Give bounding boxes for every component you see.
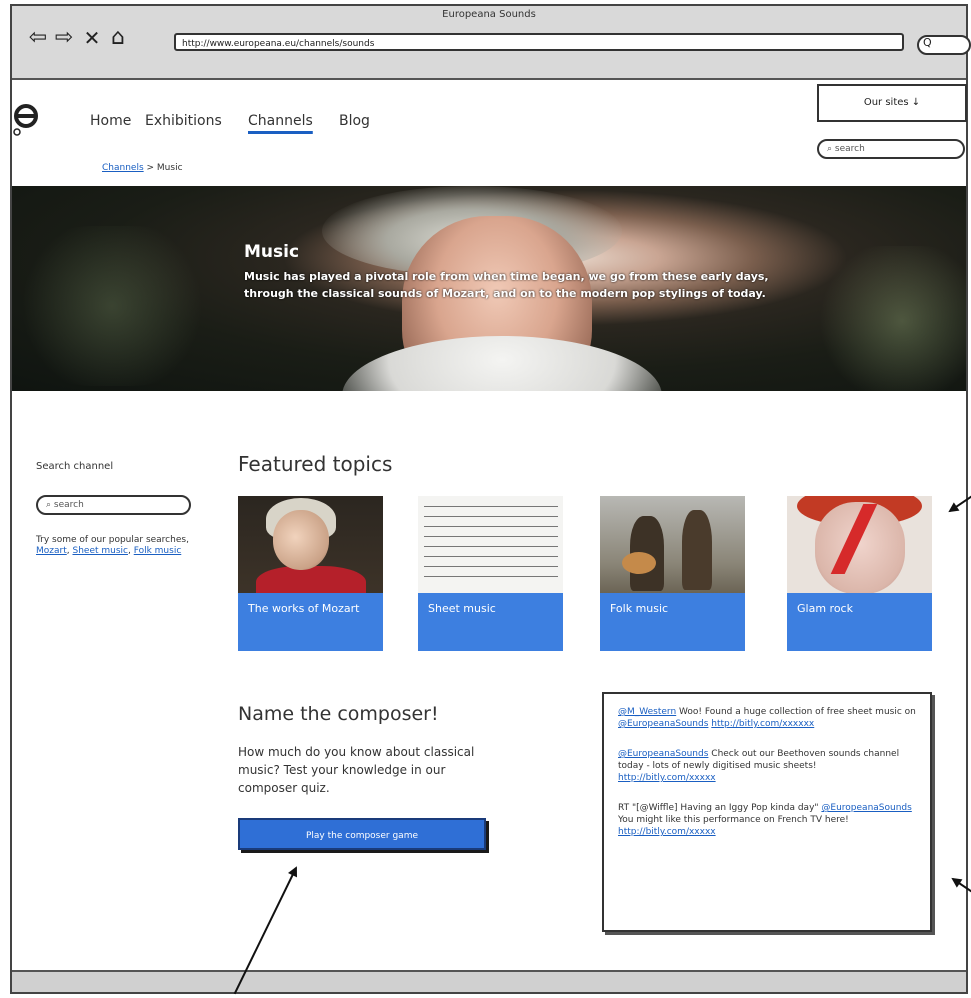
- breadcrumb-separator: >: [143, 163, 157, 173]
- topic-card-mozart[interactable]: The works of Mozart: [238, 496, 383, 651]
- tweet-mention[interactable]: @EuropeanaSounds: [821, 803, 911, 813]
- staff-line: [424, 546, 558, 547]
- topic-card-glam-rock[interactable]: Glam rock: [787, 496, 932, 651]
- topic-card-label: Sheet music: [418, 593, 563, 651]
- topic-card-label: Glam rock: [787, 593, 932, 651]
- twitter-feed: @M_Western Woo! Found a huge collection …: [602, 692, 932, 932]
- search-icon: ⌕: [46, 500, 54, 510]
- channel-search-placeholder: search: [53, 500, 84, 510]
- play-composer-game-button[interactable]: Play the composer game: [238, 818, 486, 850]
- site-search-input[interactable]: ⌕ search: [817, 139, 965, 159]
- staff-line: [424, 516, 558, 517]
- tweet-text: RT "[@Wiffle] Having an Iggy Pop kinda d…: [618, 803, 822, 813]
- mozart-portrait-image: [238, 496, 383, 593]
- staff-line: [424, 506, 558, 507]
- quiz-title: Name the composer!: [238, 703, 439, 725]
- browser-chrome: Europeana Sounds ⇦ ⇨ ✕ ⌂ http://www.euro…: [12, 6, 971, 80]
- browser-search-icon: Q: [923, 36, 932, 49]
- hero-foliage-right: [812, 246, 966, 391]
- our-sites-dropdown[interactable]: Our sites ↓: [817, 84, 967, 122]
- featured-topics-title: Featured topics: [238, 452, 393, 476]
- topic-card-label: The works of Mozart: [238, 593, 383, 651]
- staff-line: [424, 576, 558, 577]
- breadcrumb-current: Music: [156, 163, 183, 173]
- tweet-link[interactable]: http://bitly.com/xxxxx: [618, 773, 716, 783]
- site-search-placeholder: search: [834, 144, 865, 154]
- nav-channels[interactable]: Channels: [248, 113, 313, 129]
- window-title: Europeana Sounds: [442, 9, 536, 20]
- folk-musicians-image: [600, 496, 745, 593]
- tweet-link[interactable]: http://bitly.com/xxxxx: [618, 827, 716, 837]
- staff-line: [424, 526, 558, 527]
- staff-line: [424, 566, 558, 567]
- browser-search-input[interactable]: Q: [917, 35, 971, 55]
- popular-search-sheet-music[interactable]: Sheet music: [72, 546, 128, 556]
- tweet-handle[interactable]: @EuropeanaSounds: [618, 749, 708, 759]
- tweet-text: Woo! Found a huge collection of free she…: [676, 707, 916, 717]
- tweet: @M_Western Woo! Found a huge collection …: [618, 706, 916, 730]
- topic-card-sheet-music[interactable]: Sheet music: [418, 496, 563, 651]
- search-icon: ⌕: [827, 144, 835, 154]
- popular-searches-prefix: Try some of our popular searches,: [36, 535, 189, 545]
- status-bar: [12, 970, 966, 992]
- channel-search-input[interactable]: ⌕ search: [36, 495, 191, 515]
- url-bar[interactable]: http://www.europeana.eu/channels/sounds: [174, 33, 904, 51]
- musician-figure: [682, 510, 712, 590]
- breadcrumb: Channels > Music: [102, 163, 183, 173]
- breadcrumb-channels-link[interactable]: Channels: [102, 163, 144, 173]
- popular-searches: Try some of our popular searches, Mozart…: [36, 535, 189, 556]
- tweet-text: You might like this performance on Frenc…: [618, 815, 849, 825]
- nav-home[interactable]: Home: [90, 113, 131, 129]
- search-channel-label: Search channel: [36, 461, 114, 472]
- tweet-link[interactable]: http://bitly.com/xxxxxx: [711, 719, 814, 729]
- popular-search-folk-music[interactable]: Folk music: [134, 546, 182, 556]
- topic-card-label: Folk music: [600, 593, 745, 651]
- staff-line: [424, 536, 558, 537]
- hero-description: Music has played a pivotal role from whe…: [244, 270, 769, 300]
- nav-blog[interactable]: Blog: [339, 113, 370, 129]
- mozart-coat: [256, 566, 366, 593]
- popular-search-mozart[interactable]: Mozart: [36, 546, 67, 556]
- tweet-mention[interactable]: @EuropeanaSounds: [618, 719, 708, 729]
- home-icon[interactable]: ⌂: [106, 26, 130, 50]
- guitar-shape: [622, 552, 656, 574]
- stop-icon[interactable]: ✕: [80, 26, 104, 50]
- tweet: @EuropeanaSounds Check out our Beethoven…: [618, 748, 916, 784]
- mozart-head: [273, 510, 329, 570]
- forward-arrow-icon[interactable]: ⇨: [52, 26, 76, 50]
- topic-card-folk-music[interactable]: Folk music: [600, 496, 745, 651]
- europeana-logo-icon[interactable]: [12, 94, 50, 138]
- hero-portrait-collar: [342, 336, 662, 391]
- tweet: RT "[@Wiffle] Having an Iggy Pop kinda d…: [618, 802, 916, 838]
- quiz-description: How much do you know about classical mus…: [238, 745, 475, 795]
- sheet-music-image: [418, 496, 563, 593]
- back-arrow-icon[interactable]: ⇦: [26, 26, 50, 50]
- tweet-handle[interactable]: @M_Western: [618, 707, 676, 717]
- browser-window: Europeana Sounds ⇦ ⇨ ✕ ⌂ http://www.euro…: [10, 4, 971, 994]
- hero-title: Music: [244, 242, 300, 262]
- hero-foliage-left: [12, 226, 212, 386]
- glam-rock-image: [787, 496, 932, 593]
- staff-line: [424, 556, 558, 557]
- nav-exhibitions[interactable]: Exhibitions: [145, 113, 222, 129]
